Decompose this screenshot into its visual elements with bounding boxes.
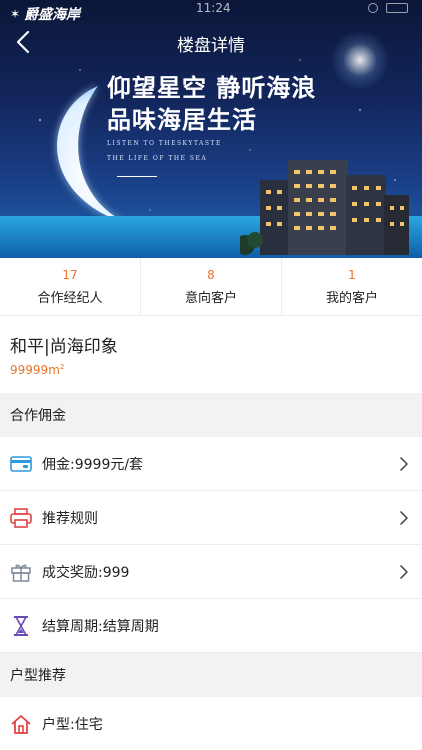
chevron-right-icon <box>400 510 408 525</box>
banner-subtitle-2: THE LIFE OF THE SEA <box>107 155 208 162</box>
stat-label: 意向客户 <box>184 290 237 306</box>
logo-mark-icon: ✶ <box>10 7 21 21</box>
stat-value: 1 <box>348 267 356 282</box>
project-area: 99999m2 <box>10 363 412 377</box>
row-label: 推荐规则 <box>42 510 98 527</box>
section-commission-header: 合作佣金 <box>0 393 422 437</box>
project-info: 和平|尚海印象 99999m2 <box>0 316 422 393</box>
battery-icon <box>386 3 408 13</box>
settlement-cycle-row: 结算周期:结算周期 <box>0 599 422 653</box>
banner-headline-1: 仰望星空 静听海浪 <box>107 73 317 102</box>
stat-partner-agents[interactable]: 17 合作经纪人 <box>0 258 141 315</box>
banner-headline-2: 品味海居生活 <box>107 105 257 134</box>
stat-intended-customers[interactable]: 8 意向客户 <box>141 258 282 315</box>
project-name: 和平|尚海印象 <box>10 337 118 357</box>
brand-logo: ✶ 爵盛海岸 <box>10 4 80 24</box>
status-bar: ✶ 爵盛海岸 11:24 <box>0 0 422 23</box>
row-label: 成交奖励:999 <box>42 564 130 581</box>
stat-label: 我的客户 <box>325 290 378 306</box>
stats-bar: 17 合作经纪人 8 意向客户 1 我的客户 <box>0 258 422 316</box>
area-unit: m <box>48 363 60 377</box>
logo-text: 爵盛海岸 <box>24 7 81 23</box>
gift-icon <box>10 561 32 583</box>
home-icon <box>10 713 32 735</box>
chevron-right-icon <box>400 564 408 579</box>
hero-banner: ✶ 爵盛海岸 11:24 楼盘详情 仰望星空 静听海浪 品味海居生活 LISTE… <box>0 0 422 258</box>
area-unit-sup: 2 <box>59 363 65 371</box>
stat-value: 17 <box>62 267 78 282</box>
recommend-rules-row[interactable]: 推荐规则 <box>0 491 422 545</box>
row-label: 结算周期:结算周期 <box>42 618 159 635</box>
location-icon <box>368 3 378 13</box>
wallet-icon <box>10 453 32 475</box>
row-label: 户型:住宅 <box>42 716 103 733</box>
stat-my-customers[interactable]: 1 我的客户 <box>282 258 422 315</box>
printer-icon <box>10 507 32 529</box>
banner-subtitle-1: LISTEN TO THESKYTASTE <box>107 140 222 147</box>
page-title: 楼盘详情 <box>177 36 245 56</box>
hourglass-icon <box>10 615 32 637</box>
row-label: 佣金:9999元/套 <box>42 456 144 473</box>
banner-divider <box>117 176 157 177</box>
chevron-right-icon <box>400 456 408 471</box>
section-layout-header: 户型推荐 <box>0 653 422 697</box>
banner-slogan: 仰望星空 静听海浪 品味海居生活 LISTEN TO THESKYTASTE T… <box>107 72 316 177</box>
stat-value: 8 <box>207 267 215 282</box>
area-value: 99999 <box>10 363 49 377</box>
stat-label: 合作经纪人 <box>37 290 103 306</box>
layout-type-row[interactable]: 户型:住宅 <box>0 697 422 750</box>
status-time: 11:24 <box>196 1 231 15</box>
commission-row[interactable]: 佣金:9999元/套 <box>0 437 422 491</box>
deal-reward-row[interactable]: 成交奖励:999 <box>0 545 422 599</box>
